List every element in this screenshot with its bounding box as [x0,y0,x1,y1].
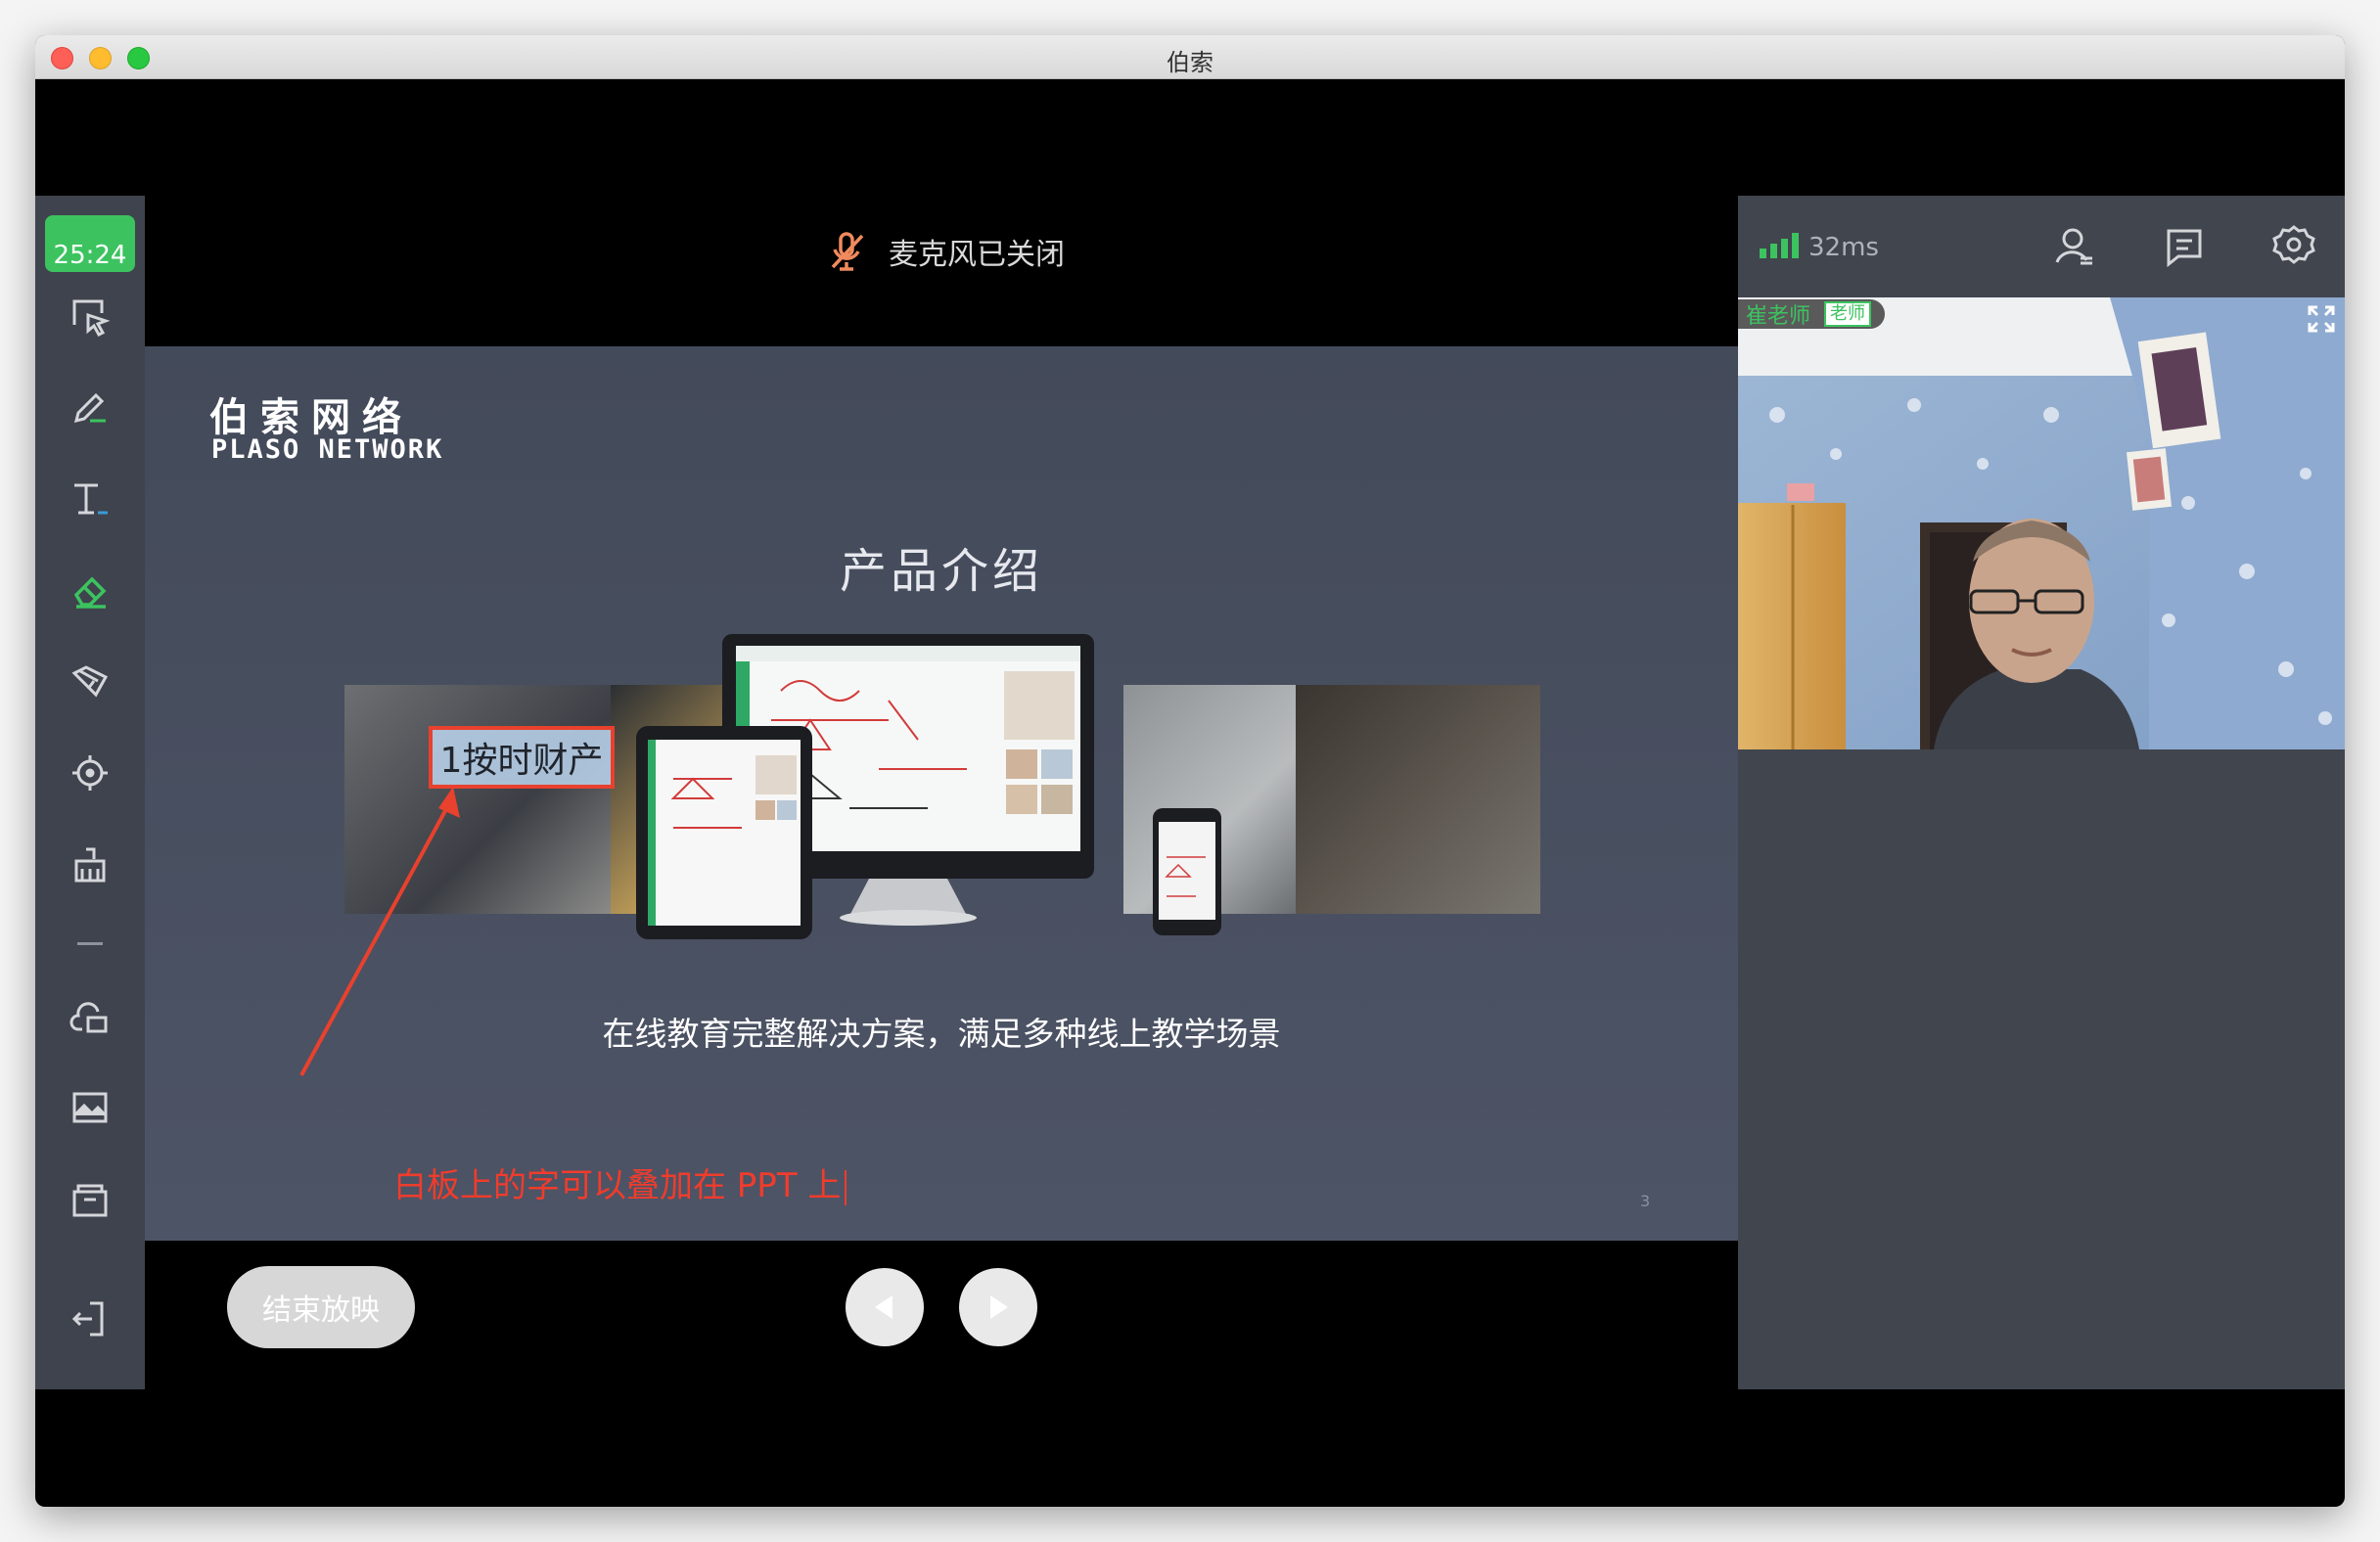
clear-icon [74,847,106,883]
mic-status-text: 麦克风已关闭 [889,238,1065,272]
brand-logo-en: PLASO NETWORK [211,434,444,465]
shape-tool-button[interactable] [61,652,119,710]
participants-icon[interactable] [2051,223,2098,270]
triangle-left-icon [875,1295,892,1319]
chat-icon[interactable] [2161,223,2208,270]
fullscreen-expand-icon[interactable] [2304,301,2339,337]
exit-class-button[interactable] [61,1290,119,1348]
image-icon [72,1092,108,1123]
left-toolbar: 25:24 [35,196,145,1389]
signal-strength-icon [1760,233,1799,258]
teacher-video-feed[interactable]: 崔老师 老师 [1738,297,2345,749]
network-latency: 32ms [1808,233,1879,262]
select-icon [72,299,111,337]
right-panel: 32ms 崔老师 老师 [1738,196,2345,1389]
presentation-slide[interactable]: 伯索网络 PLASO NETWORK 产品介绍 1按时财产 在线教育完整解决方案… [145,346,1738,1241]
cloud-files-icon [69,1002,108,1033]
archive-icon [72,1184,108,1217]
text-caret [845,1169,847,1205]
cloud-files-button[interactable] [61,988,119,1047]
slide-heading: 产品介绍 [839,544,1043,599]
slide-page-number: 3 [1640,1192,1651,1210]
slide-subtitle: 在线教育完整解决方案，满足多种线上教学场景 [602,1015,1281,1053]
shape-icon [71,665,109,698]
class-timer: 25:24 [45,215,135,272]
select-tool-button[interactable] [61,288,119,346]
participant-name-tag: 崔老师 老师 [1738,299,1886,329]
whiteboard-text-content: 白板上的字可以叠加在 PPT 上 [393,1166,842,1205]
video-frame [1738,297,2345,749]
eraser-tool-button[interactable] [61,562,119,620]
triangle-right-icon [990,1295,1008,1319]
pen-tool-button[interactable] [61,378,119,436]
teacher-role-badge: 老师 [1824,301,1872,327]
whiteboard-text[interactable]: 白板上的字可以叠加在 PPT 上 [393,1158,847,1206]
insert-image-button[interactable] [61,1078,119,1137]
window-title: 伯索 [1167,49,1213,76]
pen-icon [73,392,106,424]
mic-status: 麦克风已关闭 [828,227,1065,276]
title-bar: 伯索 [35,35,2345,79]
archive-button[interactable] [61,1170,119,1229]
toolbar-divider [61,914,119,973]
text-icon [74,483,108,515]
end-show-button[interactable]: 结束放映 [227,1266,415,1348]
mic-muted-icon [831,232,864,271]
laser-icon [72,755,108,791]
participant-name: 崔老师 [1746,304,1811,329]
desk-laptop-photo [1296,685,1540,914]
previous-slide-button[interactable] [846,1268,924,1346]
eraser-icon [73,576,107,609]
next-slide-button[interactable] [959,1268,1037,1346]
laser-pointer-button[interactable] [61,744,119,802]
app-window: 伯索 25:24 麦克风已关闭 伯索网络 PLASO NETWORK 产品介绍 … [35,35,2345,1507]
clear-board-button[interactable] [61,836,119,894]
text-tool-button[interactable] [61,470,119,528]
device-mockups [636,634,1221,939]
exit-icon [71,1301,104,1337]
settings-gear-icon[interactable] [2270,223,2317,270]
